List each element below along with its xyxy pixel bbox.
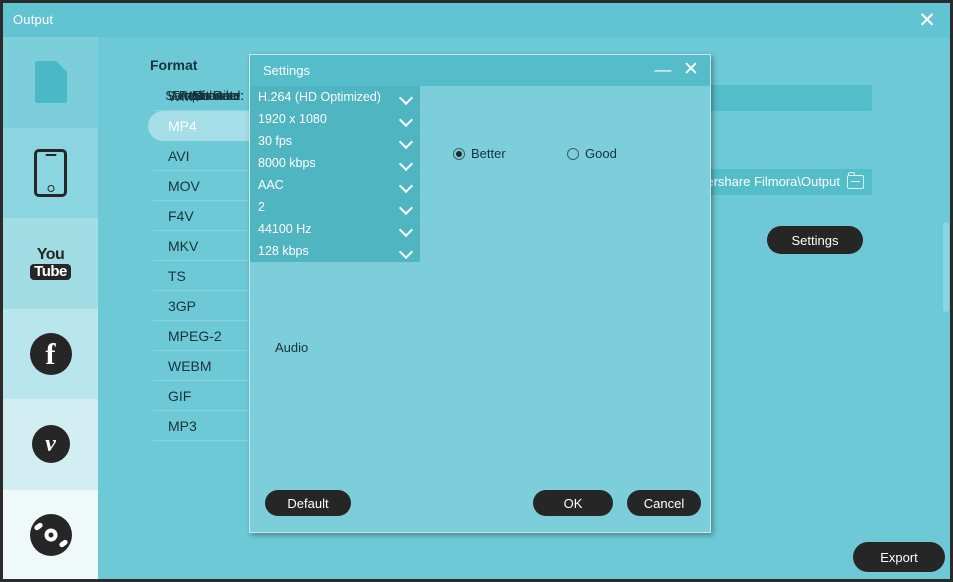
file-icon <box>35 61 67 103</box>
radio-quality-better[interactable]: Better <box>453 146 506 161</box>
audio-samplerate-value: 44100 Hz <box>258 222 312 236</box>
window-titlebar: Output ✕ <box>3 3 950 37</box>
disc-slot <box>58 539 68 548</box>
minimize-icon[interactable]: — <box>650 58 676 82</box>
close-icon[interactable]: ✕ <box>678 58 704 82</box>
sidebar-item-device[interactable] <box>3 128 98 219</box>
audio-encoder-select[interactable]: AAC <box>250 174 420 196</box>
settings-dialog-titlebar: Settings — ✕ <box>250 55 710 86</box>
audio-bitrate-select[interactable]: 128 kbps <box>250 240 420 262</box>
audio-samplerate-row: Sample Rate: 44100 Hz <box>250 218 710 240</box>
output-window: Output ✕ You Tube f <box>3 3 950 579</box>
audio-bitrate-label: Bit Rate: <box>194 88 244 103</box>
chevron-down-icon <box>399 179 413 193</box>
settings-button[interactable]: Settings <box>767 226 863 254</box>
export-button[interactable]: Export <box>853 542 945 572</box>
dvd-disc-icon <box>30 514 72 556</box>
audio-section-label: Audio <box>275 340 308 355</box>
settings-dialog-title: Settings <box>263 63 310 78</box>
chevron-down-icon <box>399 91 413 105</box>
radio-dot <box>453 148 465 160</box>
cancel-button[interactable]: Cancel <box>627 490 701 516</box>
chevron-down-icon <box>399 201 413 215</box>
youtube-icon: You Tube <box>30 247 71 280</box>
video-resolution-value: 1920 x 1080 <box>258 112 327 126</box>
audio-channel-value: 2 <box>258 200 265 214</box>
video-bitrate-select[interactable]: 8000 kbps <box>250 152 420 174</box>
disc-slot <box>33 522 43 531</box>
video-encoder-select[interactable]: H.264 (HD Optimized) <box>250 86 420 108</box>
sidebar-item-youtube[interactable]: You Tube <box>3 218 98 309</box>
audio-samplerate-select[interactable]: 44100 Hz <box>250 218 420 240</box>
video-encoder-row: Encoder: H.264 (HD Optimized) <box>250 86 710 108</box>
chevron-down-icon <box>399 135 413 149</box>
facebook-icon: f <box>30 333 72 375</box>
radio-label: Better <box>471 146 506 161</box>
video-bitrate-value: 8000 kbps <box>258 156 316 170</box>
audio-channel-row: Channel: 2 <box>250 196 710 218</box>
chevron-down-icon <box>399 223 413 237</box>
default-button[interactable]: Default <box>265 490 351 516</box>
sidebar-item-facebook[interactable]: f <box>3 309 98 400</box>
video-encoder-value: H.264 (HD Optimized) <box>258 90 381 104</box>
chevron-down-icon <box>399 113 413 127</box>
sidebar-item-dvd[interactable] <box>3 490 98 580</box>
audio-bitrate-row: Bit Rate: 128 kbps <box>250 240 710 262</box>
audio-channel-select[interactable]: 2 <box>250 196 420 218</box>
sidebar-item-vimeo[interactable]: v <box>3 399 98 490</box>
video-resolution-row: Resolution: 1920 x 1080 <box>250 108 710 130</box>
app-root: Output ✕ You Tube f <box>0 0 953 582</box>
format-panel-title: Format <box>150 57 197 73</box>
youtube-icon-tube: Tube <box>30 264 71 280</box>
radio-dot <box>567 148 579 160</box>
youtube-icon-you: You <box>37 246 65 263</box>
radio-quality-good[interactable]: Good <box>567 146 617 161</box>
video-framerate-select[interactable]: 30 fps <box>250 130 420 152</box>
window-title: Output <box>13 12 53 27</box>
sidebar: You Tube f v <box>3 37 98 579</box>
audio-encoder-row: Encoder: AAC <box>250 174 710 196</box>
output-path-text: ...ershare Filmora\Output <box>696 174 841 189</box>
audio-bitrate-value: 128 kbps <box>258 244 309 258</box>
ok-button[interactable]: OK <box>533 490 613 516</box>
settings-dialog: Settings — ✕ Quality Best Better <box>249 54 711 533</box>
close-icon[interactable]: ✕ <box>910 8 944 34</box>
settings-dialog-body: Quality Best Better Good Video <box>250 86 710 534</box>
sidebar-item-format[interactable] <box>3 37 98 128</box>
panel-scrollbar[interactable] <box>943 222 949 312</box>
phone-icon <box>34 149 67 197</box>
vimeo-icon: v <box>32 425 70 463</box>
audio-encoder-value: AAC <box>258 178 284 192</box>
chevron-down-icon <box>399 157 413 171</box>
folder-icon[interactable] <box>847 175 864 189</box>
video-framerate-value: 30 fps <box>258 134 292 148</box>
radio-label: Good <box>585 146 617 161</box>
chevron-down-icon <box>399 245 413 259</box>
video-resolution-select[interactable]: 1920 x 1080 <box>250 108 420 130</box>
